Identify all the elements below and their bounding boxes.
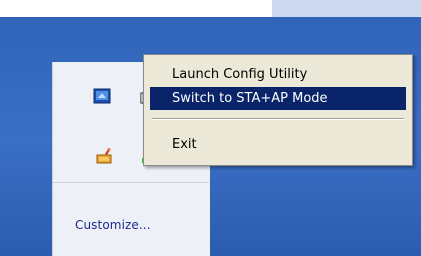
network-connection-icon[interactable]: [95, 147, 113, 165]
tray-popup-divider: [52, 182, 209, 183]
customize-link[interactable]: Customize...: [75, 218, 151, 232]
menu-item-switch-to-sta-ap-mode[interactable]: Switch to STA+AP Mode: [150, 87, 406, 110]
menu-separator: [152, 118, 404, 120]
wireless-config-utility-icon[interactable]: [93, 87, 111, 105]
menu-item-launch-config-utility[interactable]: Launch Config Utility: [150, 63, 406, 86]
top-window-strip: [0, 0, 421, 17]
top-window-panel: [272, 0, 421, 17]
menu-item-exit[interactable]: Exit: [150, 133, 406, 156]
tray-context-menu: Launch Config Utility Switch to STA+AP M…: [143, 54, 413, 166]
